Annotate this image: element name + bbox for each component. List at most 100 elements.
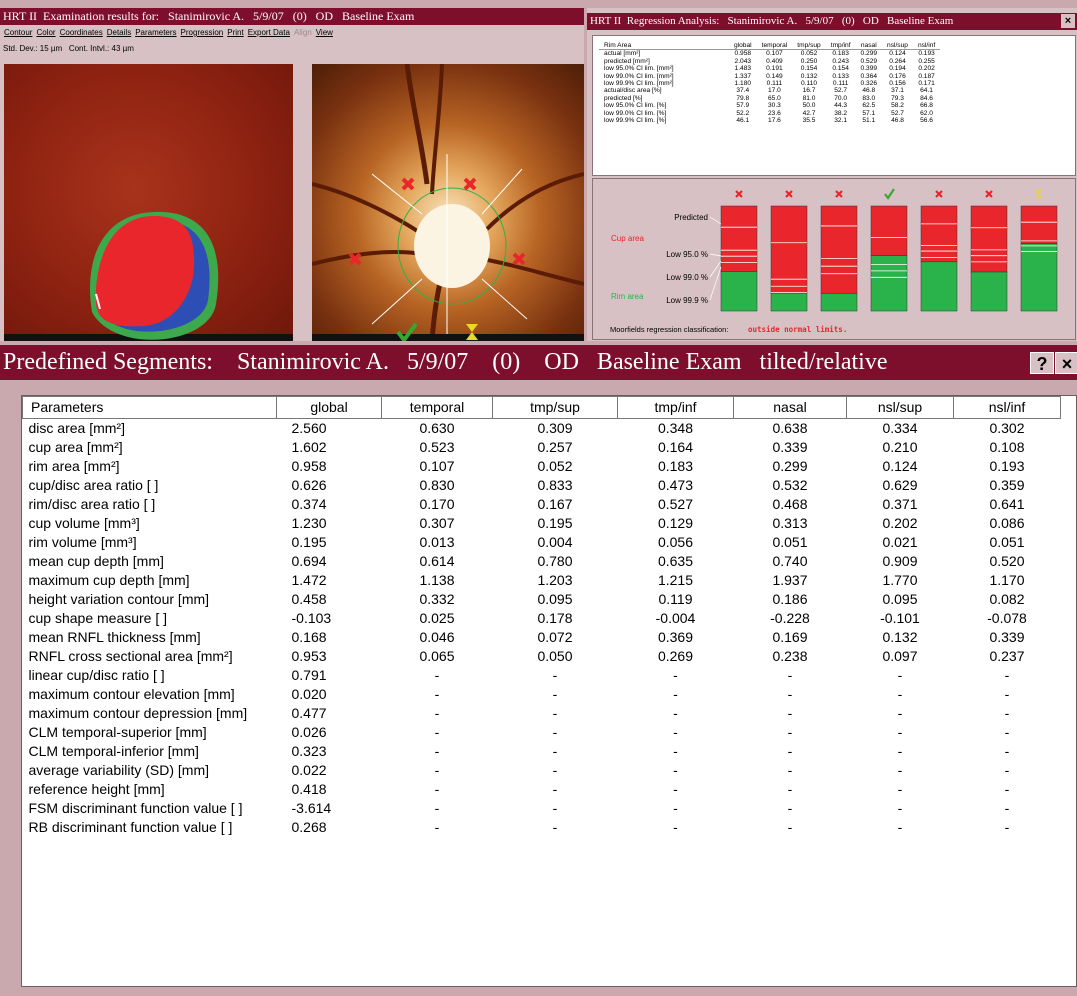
table-row: rim/disc area ratio [ ] 0.374 0.170 0.167 0.… xyxy=(23,495,1061,514)
regression-table-row: actual/disc area [%] 37.4 17.0 16.7 52.7 46.8… xyxy=(599,87,940,94)
parameter-name: FSM discriminant function value [ ] xyxy=(28,800,243,816)
segments-column-header[interactable]: temporal xyxy=(381,396,493,419)
parameter-value: 0.369 xyxy=(657,629,694,645)
label-connector xyxy=(709,216,722,225)
parameter-value: 0.641 xyxy=(989,496,1025,512)
regression-cell: 0.264 xyxy=(889,57,906,65)
parameter-value: - xyxy=(434,762,440,778)
parameter-value: - xyxy=(434,724,440,740)
regression-cell: 0.110 xyxy=(800,80,817,88)
help-button[interactable]: ? xyxy=(1030,352,1054,374)
menu-contour[interactable]: Contour xyxy=(4,28,32,37)
regression-cell: 66.8 xyxy=(920,102,933,110)
rim-bar xyxy=(870,255,908,312)
table-row: maximum contour elevation [mm] 0.020 - - - - -… xyxy=(23,685,1061,704)
parameter-value: - xyxy=(552,705,558,721)
table-row: CLM temporal-superior [mm] 0.026 - - - - - - xyxy=(23,723,1061,742)
topography-image-svg xyxy=(4,211,293,341)
regression-cell: 37.1 xyxy=(891,87,904,95)
segments-column-header[interactable]: global xyxy=(276,396,382,419)
segments-close-button[interactable]: × xyxy=(1055,352,1077,374)
regression-cell: 0.202 xyxy=(918,65,935,73)
segments-column-header[interactable]: nasal xyxy=(733,396,847,419)
segments-column-header[interactable]: Parameters xyxy=(22,396,277,419)
parameter-value: 0.626 xyxy=(291,477,327,493)
parameter-value: - xyxy=(434,667,440,683)
parameter-name: rim area [mm²] xyxy=(28,458,120,474)
menu-progression[interactable]: Progression xyxy=(181,28,224,37)
parameter-value: - xyxy=(897,819,903,835)
menu-export-data[interactable]: Export Data xyxy=(248,28,290,37)
label-low95: Low 95.0 % xyxy=(666,250,708,259)
menu-coordinates[interactable]: Coordinates xyxy=(60,28,103,37)
table-row: mean cup depth [mm] 0.694 0.614 0.780 0.635 0… xyxy=(23,552,1061,571)
classification-value: outside normal limits. xyxy=(748,325,847,334)
menu-view[interactable]: View xyxy=(316,28,333,37)
parameter-value: 0.129 xyxy=(657,515,694,531)
parameter-value: 1.937 xyxy=(772,572,808,588)
examination-titlebar: HRT II Examination results for: Stanimir… xyxy=(0,8,584,25)
parameter-value: - xyxy=(1004,819,1010,835)
segments-column-header[interactable]: nsl/sup xyxy=(846,396,954,419)
parameter-name: cup/disc area ratio [ ] xyxy=(28,477,159,493)
segments-column-header[interactable]: nsl/inf xyxy=(953,396,1061,419)
reflectance-image[interactable] xyxy=(312,64,584,341)
regression-titlebar: HRT II Regression Analysis: Stanimirovic… xyxy=(587,13,1077,30)
regression-cell: 0.154 xyxy=(832,65,849,73)
parameter-value: 0.299 xyxy=(772,458,808,474)
regression-cell: 0.124 xyxy=(889,50,906,58)
regression-cell: 2.043 xyxy=(734,57,752,65)
parameter-name: mean RNFL thickness [mm] xyxy=(28,629,201,645)
regression-table-header: Rim Area global temporal tmp/sup tmp/inf nasa… xyxy=(599,42,941,51)
segments-column-header[interactable]: tmp/sup xyxy=(492,396,618,419)
regression-row-label: low 99.9% CI lim. [%] xyxy=(604,117,667,125)
vessel xyxy=(481,257,584,286)
parameter-value: - xyxy=(1004,762,1010,778)
parameter-name: RB discriminant function value [ ] xyxy=(28,819,233,835)
regression-cell: 50.0 xyxy=(802,102,816,110)
regression-column-header: tmp/sup xyxy=(792,42,826,51)
regression-cell: 65.0 xyxy=(768,94,781,102)
classification-label: Moorfields regression classification: xyxy=(610,325,728,334)
regression-cell: 0.156 xyxy=(889,80,906,88)
menu-details[interactable]: Details xyxy=(107,28,131,37)
regression-cell: 83.0 xyxy=(862,94,876,102)
parameter-value: 0.164 xyxy=(657,439,694,455)
regression-close-button[interactable]: × xyxy=(1061,14,1075,28)
regression-cell: 0.052 xyxy=(800,50,818,58)
regression-row-label: low 95.0% CI lim. [%] xyxy=(604,102,667,110)
parameter-value: - xyxy=(434,800,440,816)
regression-table-row: low 99.0% CI lim. [%] 52.2 23.6 42.7 38.2 57.… xyxy=(599,110,940,117)
parameter-value: 0.339 xyxy=(772,439,808,455)
parameter-value: 0.022 xyxy=(291,762,327,778)
parameter-value: 0.313 xyxy=(772,515,808,531)
regression-column-header: Rim Area xyxy=(599,42,729,51)
menu-parameters[interactable]: Parameters xyxy=(135,28,176,37)
parameter-value: - xyxy=(552,724,558,740)
parameter-value: 1.230 xyxy=(291,515,327,531)
parameter-value: 0.374 xyxy=(291,496,327,512)
regression-cell: 0.133 xyxy=(832,72,849,80)
parameter-value: 0.614 xyxy=(419,553,455,569)
rim-bar xyxy=(920,261,958,312)
parameter-value: 0.238 xyxy=(772,648,808,664)
std-dev-line: Std. Dev.: 15 µm Cont. Intvl.: 43 µm xyxy=(3,44,134,53)
parameter-value: 0.004 xyxy=(537,534,573,550)
parameter-value: 0.072 xyxy=(537,629,573,645)
parameter-value: - xyxy=(1004,800,1010,816)
menu-color[interactable]: Color xyxy=(36,28,55,37)
parameter-value: - xyxy=(552,819,558,835)
parameter-value: 0.025 xyxy=(419,610,455,626)
parameter-value: 0.051 xyxy=(772,534,808,550)
menu-print[interactable]: Print xyxy=(227,28,243,37)
parameter-name: disc area [mm²] xyxy=(28,420,125,436)
regression-cell: 1.180 xyxy=(734,80,752,88)
parameter-value: 0.095 xyxy=(537,591,573,607)
parameter-value: - xyxy=(673,705,678,721)
topography-image[interactable] xyxy=(4,64,293,341)
parameter-value: - xyxy=(552,800,558,816)
segments-column-header[interactable]: tmp/inf xyxy=(617,396,734,419)
table-row: reference height [mm] 0.418 - - - - - - xyxy=(23,780,1061,799)
regression-table-row: low 99.9% CI lim. [mm²] 1.180 0.111 0.110 0.… xyxy=(599,80,940,87)
parameter-value: 0.468 xyxy=(772,496,808,512)
